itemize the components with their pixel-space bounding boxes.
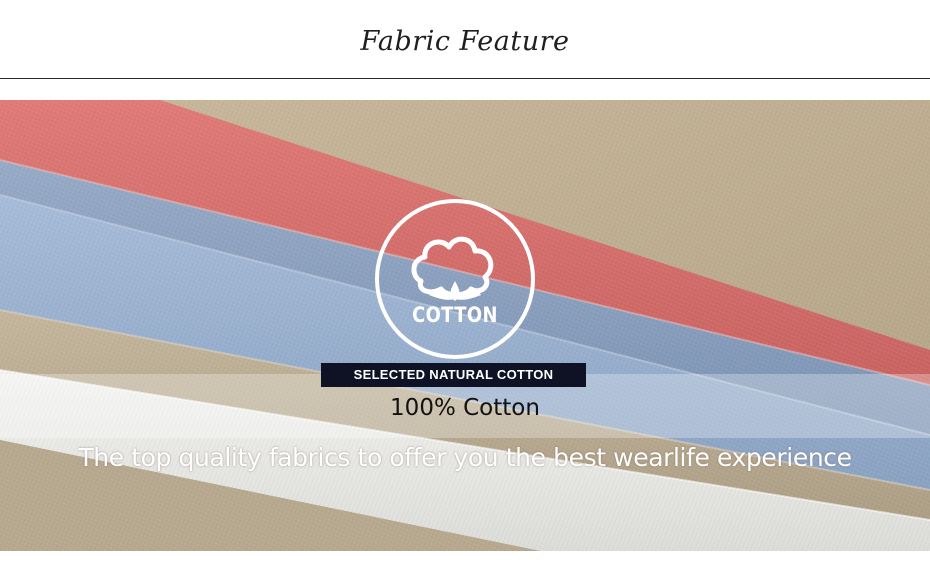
page-title: Fabric Feature: [360, 26, 570, 57]
footer-space: [0, 551, 930, 571]
tagline: The top quality fabrics to offer you the…: [78, 443, 852, 472]
selected-cotton-tag: SELECTED NATURAL COTTON: [321, 363, 586, 387]
header: Fabric Feature: [0, 0, 930, 80]
cotton-badge: [373, 197, 537, 361]
cotton-badge-label: COTTON: [412, 303, 498, 327]
divider: [0, 78, 930, 79]
cotton-flower-icon: [375, 199, 535, 359]
material-composition: 100% Cotton: [390, 395, 540, 421]
